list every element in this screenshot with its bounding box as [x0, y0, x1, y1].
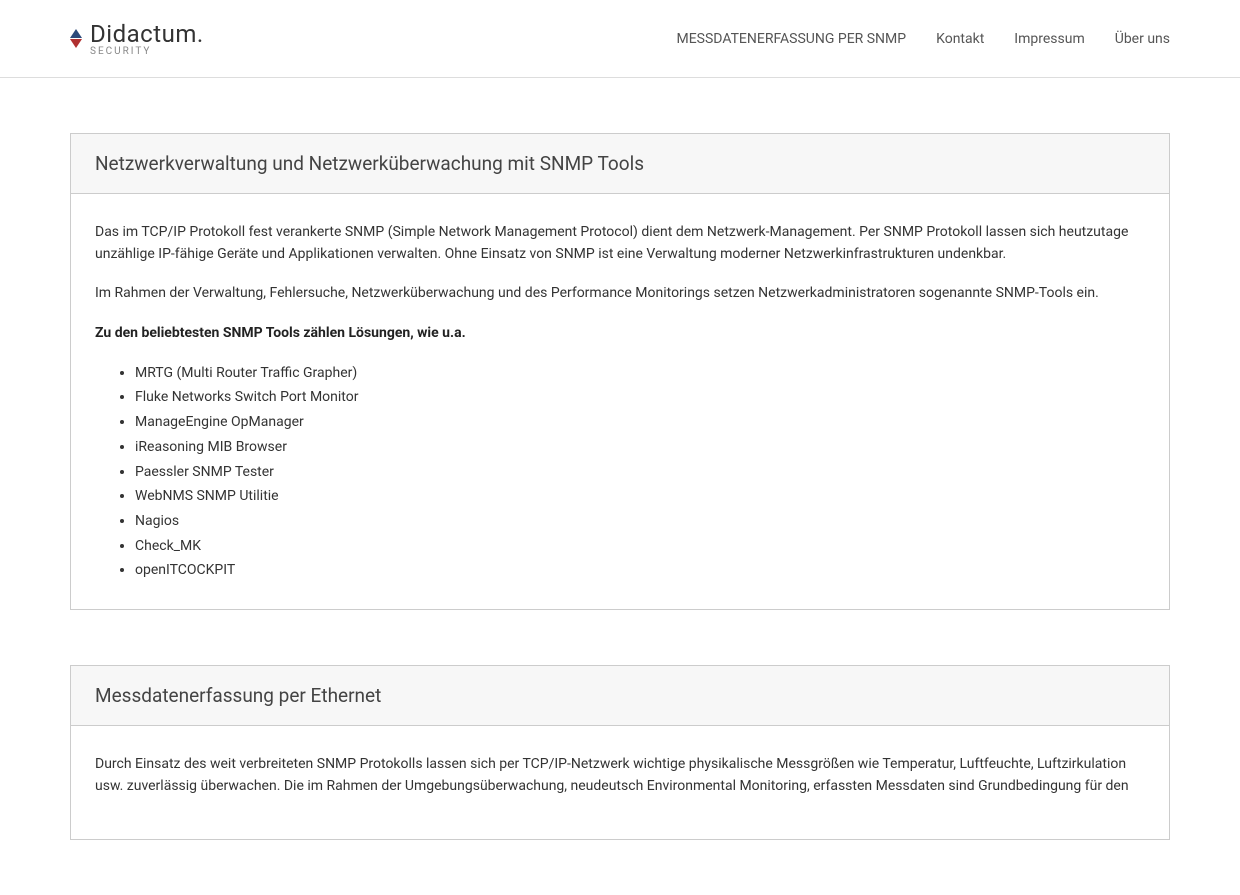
panel-body: Das im TCP/IP Protokoll fest verankerte …: [71, 194, 1169, 609]
panel-snmp-tools: Netzwerkverwaltung und Netzwerküberwachu…: [70, 133, 1170, 610]
list-item: MRTG (Multi Router Traffic Grapher): [135, 363, 1145, 385]
content-area: Netzwerkverwaltung und Netzwerküberwachu…: [0, 78, 1240, 840]
paragraph: Durch Einsatz des weit verbreiteten SNMP…: [95, 754, 1145, 797]
nav-item-kontakt[interactable]: Kontakt: [936, 31, 984, 47]
logo-tagline: SECURITY: [90, 46, 204, 57]
list-item: Paessler SNMP Tester: [135, 462, 1145, 484]
nav-item-snmp[interactable]: MESSDATENERFASSUNG PER SNMP: [676, 31, 906, 47]
snmp-tools-list: MRTG (Multi Router Traffic Grapher) Fluk…: [95, 363, 1145, 582]
list-item: WebNMS SNMP Utilitie: [135, 486, 1145, 508]
panel-title: Netzwerkverwaltung und Netzwerküberwachu…: [71, 134, 1169, 194]
list-item: openITCOCKPIT: [135, 560, 1145, 582]
panel-title: Messdatenerfassung per Ethernet: [71, 666, 1169, 726]
list-item: Nagios: [135, 511, 1145, 533]
logo-text: Didactum. SECURITY: [90, 20, 204, 57]
list-item: Check_MK: [135, 536, 1145, 558]
paragraph: Das im TCP/IP Protokoll fest verankerte …: [95, 222, 1145, 265]
panel-messdatenerfassung: Messdatenerfassung per Ethernet Durch Ei…: [70, 665, 1170, 840]
nav-item-ueber-uns[interactable]: Über uns: [1115, 31, 1170, 47]
list-item: iReasoning MIB Browser: [135, 437, 1145, 459]
list-intro: Zu den beliebtesten SNMP Tools zählen Lö…: [95, 323, 1145, 345]
nav-item-impressum[interactable]: Impressum: [1014, 31, 1084, 47]
panel-body: Durch Einsatz des weit verbreiteten SNMP…: [71, 726, 1169, 839]
logo-name: Didactum.: [90, 20, 204, 48]
paragraph: Im Rahmen der Verwaltung, Fehlersuche, N…: [95, 283, 1145, 305]
logo[interactable]: Didactum. SECURITY: [70, 20, 204, 57]
site-header: Didactum. SECURITY MESSDATENERFASSUNG PE…: [0, 0, 1240, 78]
list-item: Fluke Networks Switch Port Monitor: [135, 387, 1145, 409]
list-item: ManageEngine OpManager: [135, 412, 1145, 434]
logo-icon: [70, 29, 82, 48]
main-nav: MESSDATENERFASSUNG PER SNMP Kontakt Impr…: [676, 31, 1170, 47]
